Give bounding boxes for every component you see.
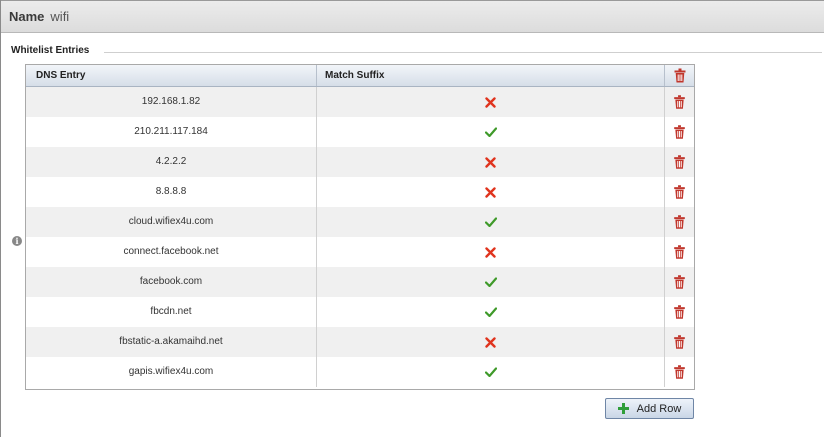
table-row[interactable]: 192.168.1.82 [26,87,694,117]
name-label: Name [9,9,45,24]
trash-icon[interactable] [665,267,694,297]
table-row[interactable]: fbcdn.net [26,297,694,327]
name-value: wifi [50,9,70,24]
table-row[interactable]: connect.facebook.net [26,237,694,267]
table-row[interactable]: fbstatic-a.akamaihd.net [26,327,694,357]
table-row[interactable]: gapis.wifiex4u.com [26,357,694,387]
match-suffix-cell[interactable] [316,117,664,147]
table-row[interactable]: 4.2.2.2 [26,147,694,177]
table-row[interactable]: 210.211.117.184 [26,117,694,147]
add-row-label: Add Row [636,402,682,415]
match-suffix-cell[interactable] [316,327,664,357]
trash-icon[interactable] [665,117,694,147]
dns-entry-cell[interactable]: facebook.com [26,267,316,297]
match-suffix-cell[interactable] [316,267,664,297]
column-header-dns-entry[interactable]: DNS Entry [26,65,316,86]
check-icon [484,367,497,377]
info-icon[interactable]: i [12,236,22,246]
dns-entry-cell[interactable]: 192.168.1.82 [26,87,316,117]
table-row[interactable]: facebook.com [26,267,694,297]
trash-icon[interactable] [665,65,695,86]
trash-icon[interactable] [665,327,694,357]
delete-row-cell[interactable] [664,207,694,237]
cross-icon [485,246,496,258]
delete-row-cell[interactable] [664,237,694,267]
delete-row-cell[interactable] [664,117,694,147]
check-icon [484,127,497,137]
delete-row-cell[interactable] [664,177,694,207]
dns-entry-cell[interactable]: fbcdn.net [26,297,316,327]
dns-entry-cell[interactable]: 8.8.8.8 [26,177,316,207]
trash-icon[interactable] [665,237,694,267]
dns-entry-cell[interactable]: 4.2.2.2 [26,147,316,177]
table-row[interactable]: 8.8.8.8 [26,177,694,207]
match-suffix-cell[interactable] [316,357,664,387]
table-header: DNS Entry Match Suffix [26,65,694,87]
match-suffix-cell[interactable] [316,297,664,327]
trash-icon[interactable] [665,357,694,387]
name-bar: Name wifi [1,0,824,33]
dns-entry-cell[interactable]: connect.facebook.net [26,237,316,267]
dns-entry-cell[interactable]: gapis.wifiex4u.com [26,357,316,387]
cross-icon [485,336,496,348]
delete-row-cell[interactable] [664,327,694,357]
cross-icon [485,186,496,198]
delete-row-cell[interactable] [664,297,694,327]
column-header-match-suffix[interactable]: Match Suffix [316,65,664,86]
match-suffix-cell[interactable] [316,87,664,117]
check-icon [484,217,497,227]
delete-row-cell[interactable] [664,267,694,297]
trash-icon[interactable] [665,297,694,327]
add-row-button[interactable]: Add Row [605,398,694,419]
section-divider [104,52,822,53]
cross-icon [485,96,496,108]
column-header-delete[interactable] [664,65,695,86]
window-frame [0,0,1,437]
trash-icon[interactable] [665,207,694,237]
delete-row-cell[interactable] [664,87,694,117]
trash-icon[interactable] [665,177,694,207]
table-row[interactable]: cloud.wifiex4u.com [26,207,694,237]
dns-entry-cell[interactable]: cloud.wifiex4u.com [26,207,316,237]
cross-icon [485,156,496,168]
match-suffix-cell[interactable] [316,207,664,237]
plus-icon [617,403,629,414]
dns-entry-cell[interactable]: fbstatic-a.akamaihd.net [26,327,316,357]
whitelist-table: DNS Entry Match Suffix 192.168.1.82 210.… [25,64,695,390]
match-suffix-cell[interactable] [316,237,664,267]
trash-icon[interactable] [665,87,694,117]
check-icon [484,277,497,287]
check-icon [484,307,497,317]
section-title: Whitelist Entries [11,45,94,56]
dns-entry-cell[interactable]: 210.211.117.184 [26,117,316,147]
delete-row-cell[interactable] [664,357,694,387]
trash-icon[interactable] [665,147,694,177]
match-suffix-cell[interactable] [316,177,664,207]
delete-row-cell[interactable] [664,147,694,177]
match-suffix-cell[interactable] [316,147,664,177]
